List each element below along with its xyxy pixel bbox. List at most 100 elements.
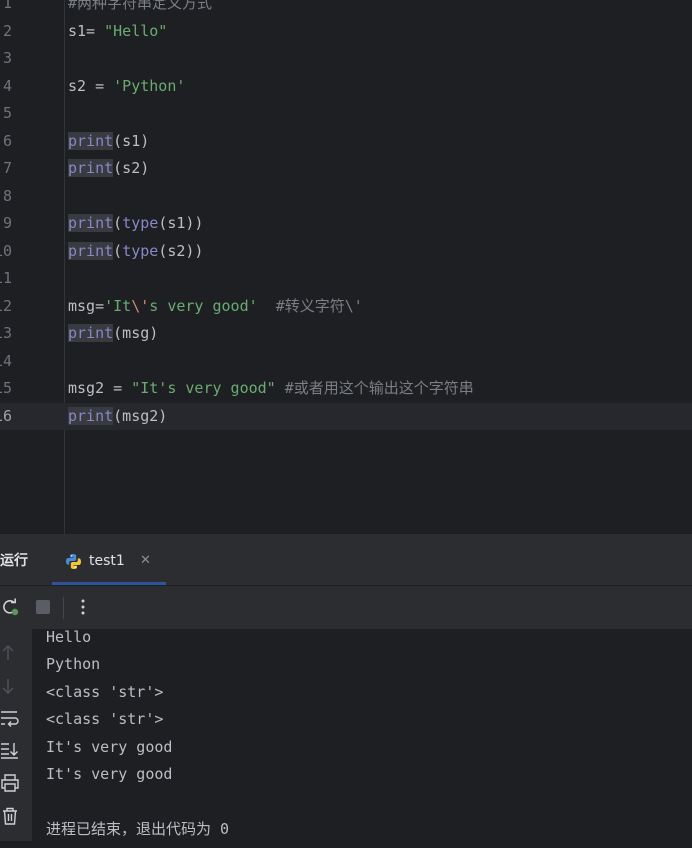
code-token: print bbox=[68, 406, 114, 425]
scroll-to-end-icon[interactable] bbox=[0, 740, 20, 760]
output-line: <class 'str'> bbox=[46, 682, 164, 701]
run-tool-header: 运行 test1 ✕ bbox=[0, 534, 692, 586]
code-line[interactable]: 5 bbox=[0, 100, 692, 127]
toolbar-separator bbox=[63, 597, 64, 619]
code-text: msg2 = "It's very good" #或者用这个输出这个字符串 bbox=[68, 375, 474, 402]
code-token: s1= bbox=[68, 21, 105, 40]
line-number: 14 bbox=[0, 351, 12, 370]
line-number: 7 bbox=[2, 159, 12, 177]
code-line[interactable]: 14 bbox=[0, 348, 692, 375]
code-line[interactable]: 13 print(msg) bbox=[0, 320, 692, 347]
line-number: 3 bbox=[2, 49, 12, 67]
code-line[interactable]: 16 print(msg2) bbox=[0, 402, 692, 430]
code-token: print bbox=[68, 241, 114, 260]
code-token: (s1) bbox=[113, 131, 150, 150]
output-line: It's very good bbox=[46, 765, 173, 783]
line-number: 16 bbox=[0, 406, 12, 425]
close-icon[interactable]: ✕ bbox=[140, 534, 151, 588]
code-token: type bbox=[122, 214, 159, 232]
line-number: 11 bbox=[0, 269, 12, 287]
line-number: 8 bbox=[2, 186, 12, 205]
code-text: #两种字符串定义方式 bbox=[68, 0, 212, 17]
line-number: 4 bbox=[2, 76, 12, 95]
code-line[interactable]: 10 print(type(s2)) bbox=[0, 238, 692, 265]
code-token: 'It bbox=[104, 296, 132, 315]
console-output[interactable]: Hello Python <class 'str'> <class 'str'> It'… bbox=[32, 629, 692, 841]
code-line[interactable]: 12 msg='It\'s very good' #转义字符\' bbox=[0, 293, 692, 320]
code-text: print(msg) bbox=[68, 320, 158, 347]
run-toolbar bbox=[0, 586, 692, 630]
tab-active-indicator bbox=[52, 582, 166, 585]
code-token: #两种字符串定义方式 bbox=[68, 0, 213, 12]
console-side-toolbar bbox=[0, 629, 32, 841]
line-number: 13 bbox=[0, 324, 12, 342]
line-number: 12 bbox=[0, 296, 12, 315]
python-file-icon bbox=[66, 554, 81, 569]
code-token: 'Python' bbox=[113, 76, 186, 95]
code-token: (msg) bbox=[113, 324, 159, 342]
code-token: print bbox=[68, 324, 114, 342]
output-line: <class 'str'> bbox=[46, 710, 164, 729]
output-line: Hello bbox=[46, 628, 92, 646]
code-text: s2 = 'Python' bbox=[68, 73, 185, 100]
code-token: s very good' bbox=[149, 296, 258, 315]
code-line[interactable]: 11 bbox=[0, 265, 692, 292]
code-text: print(type(s2)) bbox=[68, 238, 203, 265]
code-line[interactable]: 15 msg2 = "It's very good" #或者用这个输出这个字符串 bbox=[0, 375, 692, 402]
code-token: \' bbox=[131, 296, 150, 315]
code-text: print(type(s1)) bbox=[68, 210, 203, 237]
code-token: #转义字符\' bbox=[257, 296, 363, 315]
stop-icon[interactable] bbox=[33, 597, 53, 617]
tab-label: test1 bbox=[89, 553, 125, 569]
code-token: ( bbox=[113, 241, 123, 260]
code-token: (s2)) bbox=[158, 241, 204, 260]
code-token: (s2) bbox=[113, 159, 150, 177]
code-text: msg='It\'s very good' #转义字符\' bbox=[68, 293, 363, 320]
tab-test1[interactable]: test1 ✕ bbox=[52, 534, 166, 585]
code-token: print bbox=[68, 159, 114, 177]
scroll-up-icon[interactable] bbox=[0, 643, 20, 663]
more-icon[interactable] bbox=[73, 597, 93, 617]
code-token: (msg2) bbox=[113, 406, 168, 425]
code-text: print(s2) bbox=[68, 155, 149, 182]
code-line[interactable]: 6 print(s1) bbox=[0, 128, 692, 155]
code-editor[interactable]: 1 #两种字符串定义方式 2 s1= "Hello" 3 4 s2 = 'Python' 5 6… bbox=[0, 0, 692, 534]
code-line[interactable]: 2 s1= "Hello" bbox=[0, 18, 692, 45]
code-token: msg2 = bbox=[68, 379, 132, 397]
code-token: #或者用这个输出这个字符串 bbox=[275, 379, 474, 397]
code-token: s2 = bbox=[68, 76, 114, 95]
code-line[interactable]: 7 print(s2) bbox=[0, 155, 692, 182]
code-token: print bbox=[68, 131, 114, 150]
code-token: (s1)) bbox=[158, 214, 204, 232]
code-token: "It's very good" bbox=[131, 379, 276, 397]
code-line[interactable]: 1 #两种字符串定义方式 bbox=[0, 0, 692, 17]
code-token: msg= bbox=[68, 296, 105, 315]
line-number: 6 bbox=[2, 131, 12, 150]
code-text: print(msg2) bbox=[68, 403, 167, 430]
line-number: 1 bbox=[2, 0, 12, 12]
line-number: 15 bbox=[0, 379, 12, 397]
line-number: 2 bbox=[2, 21, 12, 40]
print-icon[interactable] bbox=[0, 773, 20, 793]
code-token: ( bbox=[113, 214, 123, 232]
code-token: print bbox=[68, 214, 114, 232]
scroll-down-icon[interactable] bbox=[0, 676, 20, 696]
code-text: print(s1) bbox=[68, 128, 149, 155]
code-line[interactable]: 9 print(type(s1)) bbox=[0, 210, 692, 237]
line-number: 9 bbox=[2, 214, 12, 232]
output-line: It's very good bbox=[46, 737, 173, 756]
code-line[interactable]: 3 bbox=[0, 45, 692, 72]
line-number: 5 bbox=[2, 104, 12, 122]
code-line[interactable]: 4 s2 = 'Python' bbox=[0, 73, 692, 100]
run-panel-title[interactable]: 运行 bbox=[0, 534, 28, 585]
output-line: Python bbox=[46, 655, 101, 674]
rerun-icon[interactable] bbox=[0, 597, 20, 617]
code-token: "Hello" bbox=[104, 21, 168, 40]
output-line: 进程已结束，退出代码为 0 bbox=[46, 819, 230, 838]
code-token: type bbox=[122, 241, 159, 260]
clear-icon[interactable] bbox=[0, 806, 20, 826]
line-number: 10 bbox=[0, 241, 12, 260]
code-text: s1= "Hello" bbox=[68, 18, 167, 45]
code-line[interactable]: 8 bbox=[0, 183, 692, 210]
soft-wrap-icon[interactable] bbox=[0, 708, 20, 728]
